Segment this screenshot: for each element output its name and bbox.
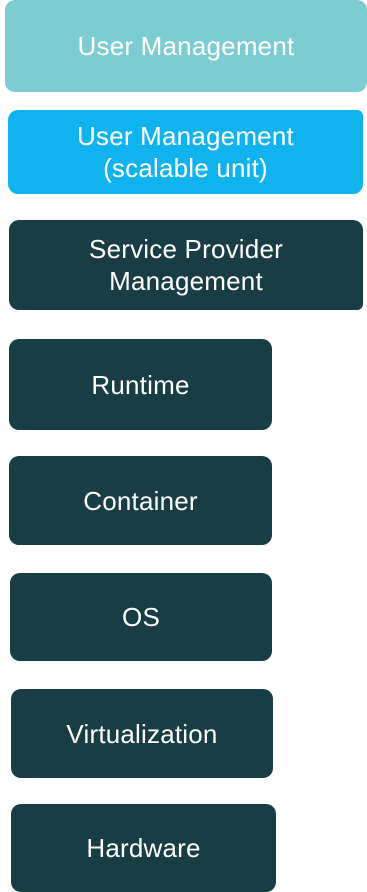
- layer-label: User Management: [77, 31, 295, 61]
- layer-label: OS: [122, 602, 160, 632]
- layer-label-line-1: Service Provider: [89, 234, 283, 264]
- layer-hardware: Hardware: [11, 804, 276, 892]
- layer-label: Runtime: [91, 369, 190, 400]
- layer-label: Service Provider Management: [89, 233, 283, 297]
- layer-label: User Management (scalable unit): [77, 120, 294, 184]
- layer-runtime: Runtime: [9, 339, 272, 430]
- layer-label: Virtualization: [66, 718, 218, 749]
- layer-service-provider-management: Service Provider Management: [9, 220, 363, 310]
- layer-label-line-1: User Management: [77, 121, 294, 151]
- layer-label: Hardware: [86, 833, 201, 863]
- layer-virtualization: Virtualization: [11, 689, 273, 778]
- layer-os: OS: [10, 573, 272, 661]
- layer-user-management-scalable-unit: User Management (scalable unit): [8, 110, 363, 194]
- layer-label-line-2: Management: [109, 266, 263, 296]
- layer-label-line-2: (scalable unit): [103, 153, 268, 183]
- layer-user-management: User Management: [5, 0, 367, 92]
- layer-container: Container: [9, 456, 272, 545]
- layer-label: Container: [83, 485, 198, 516]
